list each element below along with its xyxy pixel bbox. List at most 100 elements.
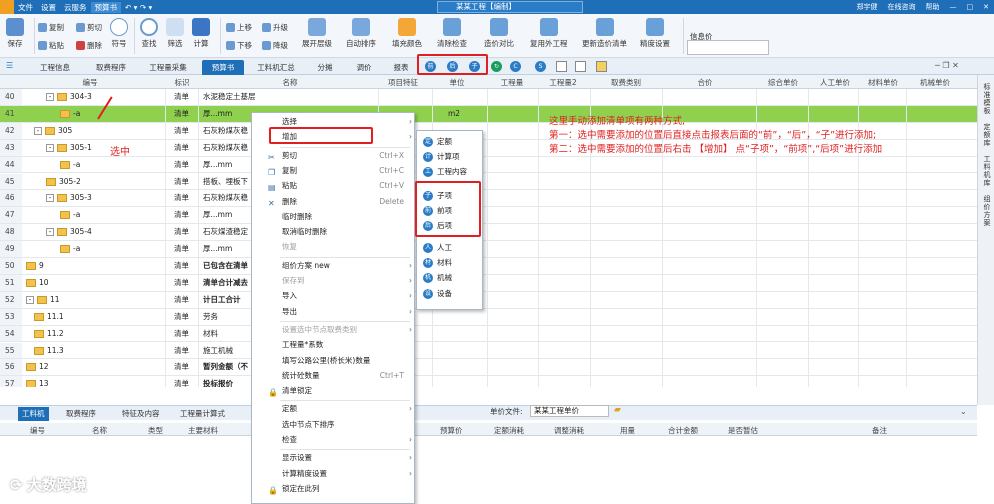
- table-row[interactable]: 45 305-2 清单 搭板、埋板下: [0, 173, 977, 191]
- precision-button[interactable]: 精度设置: [640, 18, 670, 49]
- paste-button[interactable]: 粘贴: [38, 40, 64, 51]
- tab-quantity[interactable]: 工程量采集: [142, 60, 194, 75]
- auto-sort-button[interactable]: 自动排序: [346, 18, 376, 49]
- context-item[interactable]: 检查 ›: [252, 433, 416, 447]
- sidebar-standard-template[interactable]: 标准模板: [982, 83, 992, 115]
- context-item[interactable]: 填写公路公里(桥长米)数量: [252, 354, 416, 368]
- user-name[interactable]: 郑宇健: [852, 2, 883, 12]
- delete-button[interactable]: 删除: [76, 40, 102, 51]
- maximize-icon[interactable]: □: [962, 3, 979, 11]
- reuse-button[interactable]: 复用外工程: [530, 18, 568, 49]
- context-item[interactable]: 恢复: [252, 240, 416, 254]
- expand-level-button[interactable]: 展开层级: [302, 18, 332, 49]
- move-down-button[interactable]: 下移: [226, 40, 252, 51]
- upgrade-button[interactable]: 升级: [262, 22, 288, 33]
- context-item[interactable]: 统计砼数量 Ctrl+T: [252, 369, 416, 383]
- tab-price-adjust[interactable]: 调价: [350, 60, 378, 75]
- menu-file[interactable]: 文件: [14, 2, 37, 13]
- tab-allocation[interactable]: 分摊: [310, 60, 340, 75]
- online-help-link[interactable]: 在线咨询: [883, 2, 921, 12]
- tab-report[interactable]: 报表: [387, 60, 415, 75]
- submenu-item[interactable]: 机机械: [417, 271, 483, 285]
- context-item[interactable]: ✕ 删除 Delete: [252, 195, 416, 209]
- context-item[interactable]: 定额 ›: [252, 402, 416, 416]
- context-item[interactable]: 导入 ›: [252, 289, 416, 303]
- help-menu[interactable]: 帮助: [921, 2, 945, 12]
- collapse-icon[interactable]: ⌄: [960, 407, 967, 416]
- btab-materials[interactable]: 工料机: [18, 407, 49, 421]
- symbol-button[interactable]: 符号: [110, 18, 128, 49]
- context-item[interactable]: 设置选中节点取费类别 ›: [252, 323, 416, 337]
- context-item[interactable]: ❐ 复制 Ctrl+C: [252, 164, 416, 178]
- submenu-item[interactable]: 工工程内容: [417, 165, 483, 179]
- minimize-icon[interactable]: —: [945, 3, 962, 11]
- tab-project-info[interactable]: 工程信息: [32, 60, 78, 75]
- context-item[interactable]: 保存到 ›: [252, 274, 416, 288]
- lock-icon[interactable]: [596, 61, 607, 72]
- price-compare-button[interactable]: 造价对比: [484, 18, 514, 49]
- submenu-item[interactable]: 材材料: [417, 256, 483, 270]
- menu-list-icon[interactable]: ☰: [6, 61, 13, 70]
- restore-icon[interactable]: ─ ❐ ✕: [935, 61, 959, 70]
- submenu-item[interactable]: 人人工: [417, 241, 483, 255]
- window-icon[interactable]: [556, 61, 567, 72]
- btab-features[interactable]: 特征及内容: [122, 407, 160, 421]
- copy-button[interactable]: 复制: [38, 22, 64, 33]
- submenu-item[interactable]: 计计算项: [417, 150, 483, 164]
- submenu-item[interactable]: 定定额: [417, 135, 483, 149]
- btab-fee-program[interactable]: 取费程序: [66, 407, 96, 421]
- table-row[interactable]: 50 9 清单 已包含在清单: [0, 258, 977, 275]
- cut-button[interactable]: 剪切: [76, 22, 102, 33]
- table-row[interactable]: 53 11.1 清单 劳务: [0, 308, 977, 326]
- table-row[interactable]: 52-11 清单 计日工合计: [0, 291, 977, 309]
- table-row[interactable]: 44 -a 清单 厚...mm: [0, 156, 977, 174]
- context-item[interactable]: ▤ 粘贴 Ctrl+V: [252, 179, 416, 193]
- context-item[interactable]: 组价方案 new ›: [252, 259, 416, 273]
- calc-button[interactable]: 计算: [192, 18, 210, 49]
- refresh-icon[interactable]: ↻: [491, 61, 502, 72]
- fill-color-button[interactable]: 填充颜色: [392, 18, 422, 49]
- tab-budget[interactable]: 预算书: [202, 60, 244, 75]
- undo-icon[interactable]: ↶ ▾ ↷ ▾: [121, 3, 156, 12]
- table-row[interactable]: 54 11.2 清单 材料: [0, 325, 977, 343]
- table-row[interactable]: 56 12 清单 暂列金额（不: [0, 359, 977, 377]
- context-item[interactable]: 选中节点下排序: [252, 418, 416, 432]
- close-icon[interactable]: ✕: [978, 3, 994, 11]
- context-item[interactable]: 临时删除: [252, 210, 416, 224]
- table-row[interactable]: 57 13 清单 投标报价: [0, 376, 977, 387]
- table-row[interactable]: 49 -a 清单 厚...mm: [0, 241, 977, 258]
- table-row[interactable]: 46-305-3 清单 石灰粉煤灰稳: [0, 190, 977, 208]
- submenu-item[interactable]: 设设备: [417, 287, 483, 301]
- sidebar-quota-lib[interactable]: 定额库: [982, 123, 992, 147]
- context-item[interactable]: 工程量*系数: [252, 338, 416, 352]
- menu-budget[interactable]: 预算书: [90, 1, 121, 13]
- sidebar-pricing-plan[interactable]: 组价方案: [982, 195, 992, 227]
- context-item[interactable]: 显示设置 ›: [252, 451, 416, 465]
- folder-icon[interactable]: ▰: [614, 405, 621, 415]
- quota-icon[interactable]: C: [510, 61, 521, 72]
- menu-settings[interactable]: 设置: [37, 2, 60, 13]
- doc-icon[interactable]: [575, 61, 586, 72]
- context-item[interactable]: 🔒 锁定在此列: [252, 482, 416, 496]
- info-price-select[interactable]: [687, 40, 769, 55]
- table-row[interactable]: 55 11.3 清单 施工机械: [0, 342, 977, 360]
- table-row[interactable]: 51 10 清单 清单合计减去: [0, 274, 977, 292]
- context-item[interactable]: 取消临时删除: [252, 225, 416, 239]
- context-item[interactable]: ✂ 剪切 Ctrl+X: [252, 149, 416, 163]
- btab-formula[interactable]: 工程量计算式: [180, 407, 225, 421]
- find-button[interactable]: 查找: [140, 18, 158, 49]
- update-list-button[interactable]: 更新造价清单: [582, 18, 627, 49]
- move-up-button[interactable]: 上移: [226, 22, 252, 33]
- sidebar-material-lib[interactable]: 工料机库: [982, 155, 992, 187]
- tab-fee-program[interactable]: 取费程序: [88, 60, 134, 75]
- menu-cloud[interactable]: 云服务: [60, 2, 91, 13]
- s-icon[interactable]: S: [535, 61, 546, 72]
- table-row[interactable]: 47 -a 清单 厚...mm: [0, 207, 977, 225]
- unit-file-select[interactable]: 某某工程单价: [530, 405, 609, 417]
- context-item[interactable]: 导出 ›: [252, 305, 416, 319]
- filter-button[interactable]: 筛选: [166, 18, 184, 49]
- context-item[interactable]: 计算精度设置 ›: [252, 467, 416, 481]
- tab-materials[interactable]: 工料机汇总: [252, 60, 300, 75]
- downgrade-button[interactable]: 降级: [262, 40, 288, 51]
- clear-check-button[interactable]: 清除检查: [437, 18, 467, 49]
